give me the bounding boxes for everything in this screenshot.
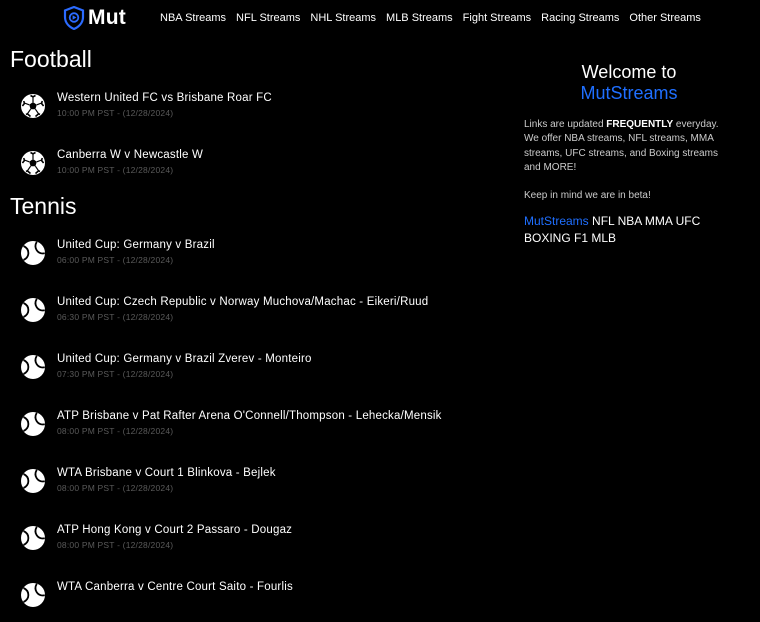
welcome-heading: Welcome to: [581, 62, 677, 82]
event-item[interactable]: Canberra W v Newcastle W 10:00 PM PST - …: [20, 149, 500, 190]
site-logo[interactable]: Mut: [63, 6, 126, 30]
event-title[interactable]: ATP Hong Kong v Court 2 Passaro - Dougaz: [57, 524, 292, 536]
event-item[interactable]: ATP Hong Kong v Court 2 Passaro - Dougaz…: [20, 524, 500, 565]
tennis-ball-icon: [21, 241, 45, 265]
tennis-ball-icon: [21, 355, 45, 379]
tennis-ball-icon: [21, 469, 45, 493]
event-time: 08:00 PM PST - (12/28/2024): [57, 540, 174, 550]
beta-note: Keep in mind we are in beta!: [524, 190, 651, 202]
about-text: Links are updated FREQUENTLY everyday. W…: [524, 119, 719, 173]
event-item[interactable]: United Cup: Czech Republic v Norway Much…: [20, 296, 500, 337]
logo-text: Mut: [88, 6, 126, 29]
event-item[interactable]: United Cup: Germany v Brazil 06:00 PM PS…: [20, 239, 500, 280]
event-title[interactable]: United Cup: Czech Republic v Norway Much…: [57, 296, 428, 308]
shield-logo-icon: [63, 6, 85, 30]
tennis-ball-icon: [21, 583, 45, 607]
nav-fight-streams[interactable]: Fight Streams: [463, 12, 531, 24]
event-title[interactable]: Western United FC vs Brisbane Roar FC: [57, 92, 272, 104]
event-time: 07:30 PM PST - (12/28/2024): [57, 369, 174, 379]
event-time: 08:00 PM PST - (12/28/2024): [57, 483, 174, 493]
welcome-sidebar: Welcome to MutStreams Links are updated …: [524, 62, 734, 247]
event-title[interactable]: United Cup: Germany v Brazil: [57, 239, 215, 251]
event-item[interactable]: ATP Brisbane v Pat Rafter Arena O'Connel…: [20, 410, 500, 451]
event-item[interactable]: United Cup: Germany v Brazil Zverev - Mo…: [20, 353, 500, 394]
event-title[interactable]: ATP Brisbane v Pat Rafter Arena O'Connel…: [57, 410, 442, 422]
event-title[interactable]: WTA Canberra v Centre Court Saito - Four…: [57, 581, 293, 593]
nav-nhl-streams[interactable]: NHL Streams: [310, 12, 376, 24]
event-time: 06:30 PM PST - (12/28/2024): [57, 312, 174, 322]
soccer-ball-icon: [21, 94, 45, 118]
nav-racing-streams[interactable]: Racing Streams: [541, 12, 619, 24]
tennis-ball-icon: [21, 526, 45, 550]
brand-link[interactable]: MutStreams: [524, 214, 589, 228]
top-navbar: Mut NBA Streams NFL Streams NHL Streams …: [0, 0, 760, 38]
section-title-football: Football: [10, 46, 92, 72]
event-title[interactable]: Canberra W v Newcastle W: [57, 149, 203, 161]
soccer-ball-icon: [21, 151, 45, 175]
tennis-ball-icon: [21, 298, 45, 322]
event-time: 06:00 PM PST - (12/28/2024): [57, 255, 174, 265]
welcome-brand: MutStreams: [580, 83, 678, 103]
nav-mlb-streams[interactable]: MLB Streams: [386, 12, 453, 24]
event-time: 08:00 PM PST - (12/28/2024): [57, 426, 174, 436]
event-item[interactable]: WTA Canberra v Centre Court Saito - Four…: [20, 581, 500, 622]
event-title[interactable]: United Cup: Germany v Brazil Zverev - Mo…: [57, 353, 312, 365]
main-nav: NBA Streams NFL Streams NHL Streams MLB …: [160, 12, 701, 24]
event-title[interactable]: WTA Brisbane v Court 1 Blinkova - Bejlek: [57, 467, 276, 479]
nav-nba-streams[interactable]: NBA Streams: [160, 12, 226, 24]
nav-nfl-streams[interactable]: NFL Streams: [236, 12, 300, 24]
sports-keywords: MutStreams NFL NBA MMA UFC BOXING F1 MLB: [524, 213, 734, 247]
tennis-ball-icon: [21, 412, 45, 436]
event-item[interactable]: WTA Brisbane v Court 1 Blinkova - Bejlek…: [20, 467, 500, 508]
event-time: 10:00 PM PST - (12/28/2024): [57, 165, 174, 175]
frequently-emphasis: FREQUENTLY: [606, 119, 674, 130]
event-time: 10:00 PM PST - (12/28/2024): [57, 108, 174, 118]
event-item[interactable]: Western United FC vs Brisbane Roar FC 10…: [20, 92, 500, 133]
nav-other-streams[interactable]: Other Streams: [629, 12, 701, 24]
section-title-tennis: Tennis: [10, 193, 77, 219]
